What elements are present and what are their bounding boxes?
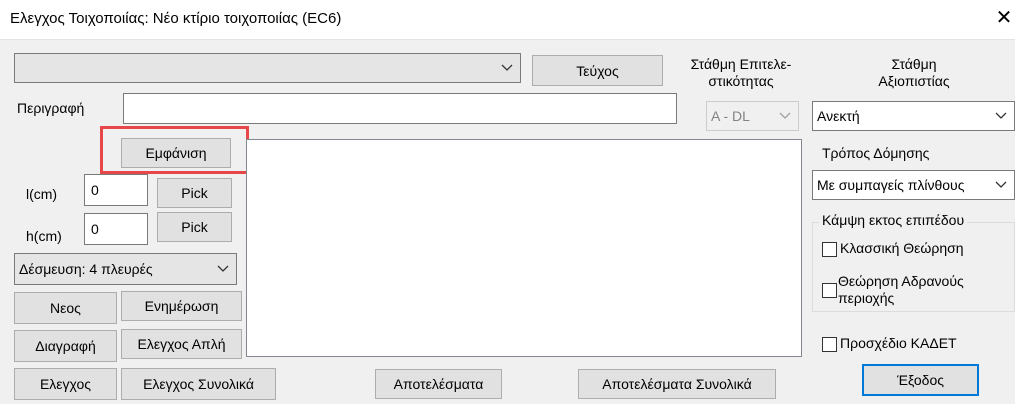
tefxos-button[interactable]: Τεύχος [532, 55, 663, 86]
check-total-button[interactable]: Ελεγχος Συνολικά [121, 368, 276, 400]
update-button[interactable]: Ενημέρωση [121, 291, 242, 321]
reliability-select[interactable]: Ανεκτή [812, 101, 1015, 131]
results-listbox[interactable] [246, 139, 802, 357]
performance-label: Στάθμη Επιτελε- στικότητας [681, 56, 801, 90]
l-pick-button[interactable]: Pick [157, 178, 232, 208]
chevron-down-icon [992, 171, 1010, 199]
constraint-select-value: Δέσμευση: 4 πλευρές [19, 261, 153, 277]
close-icon[interactable]: ✕ [993, 6, 1015, 30]
inert-label-line1: Θεώρηση Αδρανούς [838, 273, 964, 289]
reliability-label-line2: Αξιοπιστίας [878, 73, 950, 89]
constraint-select[interactable]: Δέσμευση: 4 πλευρές [14, 253, 237, 285]
description-label: Περιγραφή [17, 100, 85, 116]
check-button[interactable]: Ελεγχος [14, 368, 117, 400]
draft-checkbox[interactable] [822, 337, 837, 352]
h-input[interactable]: 0 [84, 213, 148, 245]
performance-label-line1: Στάθμη Επιτελε- [690, 56, 792, 72]
reliability-label-line1: Στάθμη [891, 56, 937, 72]
delete-button[interactable]: Διαγραφή [14, 330, 117, 362]
construction-select[interactable]: Με συμπαγείς πλίνθους [812, 170, 1015, 200]
check-simple-button[interactable]: Ελεγχος Απλή [121, 329, 242, 359]
exit-button[interactable]: Έξοδος [862, 364, 979, 396]
classic-checkbox[interactable] [822, 242, 837, 257]
element-combo[interactable] [14, 53, 521, 83]
new-button[interactable]: Νεος [14, 292, 117, 324]
results-button[interactable]: Αποτελέσματα [375, 369, 502, 399]
inert-label-line2: περιοχής [838, 290, 895, 306]
performance-label-line2: στικότητας [708, 73, 774, 89]
bending-legend: Κάμψη εκτος επιπέδου [819, 212, 968, 228]
reliability-label: Στάθμη Αξιοπιστίας [816, 56, 1012, 90]
construction-label: Τρόπος Δόμησης [822, 145, 930, 161]
results-total-button[interactable]: Αποτελέσματα Συνολικά [578, 369, 776, 399]
chevron-down-icon [992, 102, 1010, 130]
l-label: l(cm) [26, 186, 58, 202]
inert-checkbox[interactable] [822, 283, 837, 298]
draft-label: Προσχέδιο ΚΑΔΕΤ [840, 335, 957, 351]
chevron-down-icon [214, 254, 232, 284]
construction-select-value: Με συμπαγείς πλίνθους [817, 177, 965, 193]
classic-label: Κλασσική Θεώρηση [840, 240, 964, 256]
reliability-select-value: Ανεκτή [817, 108, 860, 124]
h-pick-button[interactable]: Pick [157, 212, 232, 242]
performance-select-value: A - DL [711, 108, 750, 124]
chevron-down-icon [498, 54, 516, 82]
chevron-down-icon [776, 102, 794, 130]
window-title: Ελεγχος Τοιχοποιίας: Νέο κτίριο τοιχοποι… [10, 10, 342, 27]
description-input[interactable] [123, 93, 677, 124]
l-input[interactable]: 0 [84, 174, 148, 206]
display-button[interactable]: Εμφάνιση [121, 138, 231, 168]
inert-label: Θεώρηση Αδρανούς περιοχής [838, 273, 964, 307]
h-label: h(cm) [26, 228, 62, 244]
performance-select[interactable]: A - DL [706, 101, 799, 131]
